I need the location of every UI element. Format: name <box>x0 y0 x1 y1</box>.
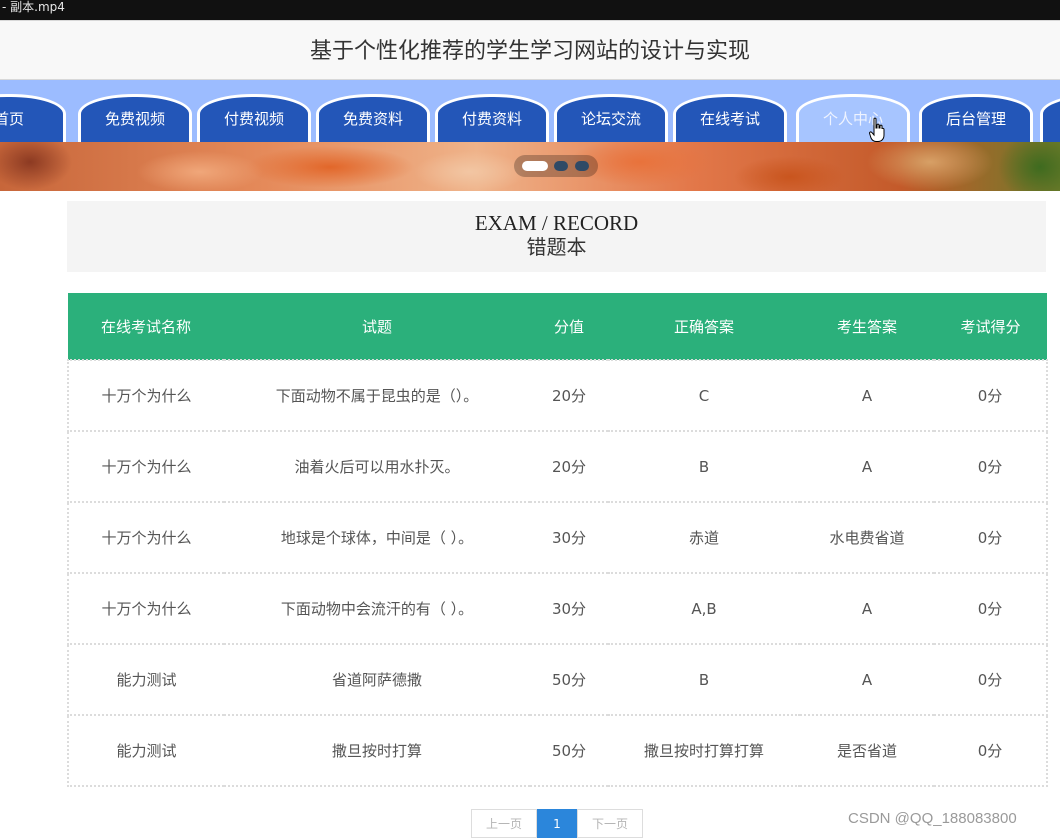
nav-item-label: 免费视频 <box>104 110 165 128</box>
banner-carousel <box>0 142 1060 191</box>
section-heading: EXAM / RECORD 错题本 <box>67 201 1046 272</box>
table-row[interactable]: 能力测试 撒旦按时打算 50分 撒旦按时打算打算 是否省道 0分 <box>68 715 1047 786</box>
nav-item-free-materials[interactable]: 免费资料 <box>316 94 430 142</box>
section-title-cn: 错题本 <box>526 237 587 259</box>
nav-item-paid-videos[interactable]: 付费视频 <box>197 94 311 142</box>
table-cell: 50分 <box>551 671 587 689</box>
table-cell: B <box>698 457 710 476</box>
site-title: 基于个性化推荐的学生学习网站的设计与实现 <box>309 39 750 64</box>
hand-cursor-icon <box>869 117 885 142</box>
nav-item-home[interactable]: 首页 <box>0 94 66 142</box>
watermark-text: CSDN @QQ_188083800 <box>848 810 1017 827</box>
table-cell: 0分 <box>977 458 1003 476</box>
page-number-button[interactable]: 1 <box>537 809 577 838</box>
table-row[interactable]: 能力测试 省道阿萨德撒 50分 B A 0分 <box>68 644 1047 715</box>
nav-item-label: 后台管理 <box>945 110 1006 128</box>
table-cell: A,B <box>691 599 717 618</box>
table-cell: 30分 <box>551 529 587 547</box>
table-cell: 油着火后可以用水扑灭。 <box>294 458 460 476</box>
table-cell: 20分 <box>551 387 587 405</box>
table-cell: 50分 <box>551 742 587 760</box>
pagination: 上一页 1 下一页 <box>471 809 643 838</box>
window-titlebar: - 副本.mp4 <box>0 0 1060 20</box>
table-cell: 撒旦按时打算 <box>331 742 422 760</box>
next-page-button[interactable]: 下一页 <box>577 809 643 838</box>
column-header: 试题 <box>361 317 392 336</box>
nav-item-paid-materials[interactable]: 付费资料 <box>435 94 549 142</box>
nav-item-forum[interactable]: 论坛交流 <box>554 94 668 142</box>
table-cell: 0分 <box>977 742 1003 760</box>
table-cell: 能力测试 <box>116 742 177 760</box>
site-header: 基于个性化推荐的学生学习网站的设计与实现 <box>0 20 1060 80</box>
table-cell: C <box>698 386 710 405</box>
nav-item-admin[interactable]: 后台管理 <box>919 94 1033 142</box>
nav-item-label: 付费视频 <box>223 110 284 128</box>
table-cell: B <box>698 670 710 689</box>
table-cell: 20分 <box>551 458 587 476</box>
carousel-indicators <box>514 155 598 177</box>
nav-item-personal-center[interactable]: 个人中心 <box>796 94 910 142</box>
column-header: 在线考试名称 <box>100 317 191 336</box>
table-cell: 0分 <box>977 600 1003 618</box>
table-cell: 是否省道 <box>836 742 897 760</box>
table-cell: 赤道 <box>688 529 719 547</box>
window-title: - 副本.mp4 <box>2 0 65 14</box>
main-nav: 首页 免费视频 付费视频 免费资料 付费资料 论坛交流 在线考试 个人中心 后台… <box>0 80 1060 142</box>
table-cell: 30分 <box>551 600 587 618</box>
table-cell: 0分 <box>977 529 1003 547</box>
table-cell: 0分 <box>977 671 1003 689</box>
nav-item-free-videos[interactable]: 免费视频 <box>78 94 192 142</box>
carousel-dot[interactable] <box>554 161 568 171</box>
column-header: 分值 <box>553 317 584 336</box>
table-row[interactable]: 十万个为什么 油着火后可以用水扑灭。 20分 B A 0分 <box>68 431 1047 502</box>
nav-item-label: 付费资料 <box>461 110 522 128</box>
carousel-dot-active[interactable] <box>522 161 548 171</box>
nav-item-online-exam[interactable]: 在线考试 <box>673 94 787 142</box>
table-cell: 能力测试 <box>116 671 177 689</box>
table-cell: A <box>861 457 873 476</box>
table-cell: 十万个为什么 <box>101 387 192 405</box>
table-cell: 下面动物不属于昆虫的是（）。 <box>275 387 479 405</box>
nav-item-overflow[interactable] <box>1040 94 1060 142</box>
table-cell: A <box>861 670 873 689</box>
section-title-en: EXAM / RECORD <box>474 211 639 235</box>
column-header: 正确答案 <box>673 317 734 336</box>
table-cell: A <box>861 599 873 618</box>
carousel-dot[interactable] <box>575 161 589 171</box>
nav-item-label: 论坛交流 <box>580 110 641 128</box>
table-cell: 十万个为什么 <box>101 529 192 547</box>
table-cell: 下面动物中会流汗的有（ ）。 <box>280 600 474 618</box>
table-cell: 0分 <box>977 387 1003 405</box>
nav-item-label: 首页 <box>0 110 24 128</box>
prev-page-button[interactable]: 上一页 <box>471 809 537 838</box>
nav-item-label: 在线考试 <box>699 110 760 128</box>
column-header: 考试得分 <box>960 317 1021 336</box>
nav-item-label: 免费资料 <box>342 110 403 128</box>
table-header-row: 在线考试名称 试题 分值 正确答案 考生答案 考试得分 <box>68 293 1047 360</box>
table-cell: 十万个为什么 <box>101 458 192 476</box>
table-cell: 撒旦按时打算打算 <box>643 742 764 760</box>
table-row[interactable]: 十万个为什么 下面动物不属于昆虫的是（）。 20分 C A 0分 <box>68 360 1047 431</box>
table-cell: 地球是个球体，中间是（ ）。 <box>280 529 474 547</box>
table-row[interactable]: 十万个为什么 下面动物中会流汗的有（ ）。 30分 A,B A 0分 <box>68 573 1047 644</box>
table-cell: 十万个为什么 <box>101 600 192 618</box>
table-cell: 水电费省道 <box>829 529 905 547</box>
table-row[interactable]: 十万个为什么 地球是个球体，中间是（ ）。 30分 赤道 水电费省道 0分 <box>68 502 1047 573</box>
table-cell: 省道阿萨德撒 <box>331 671 422 689</box>
table-cell: A <box>861 386 873 405</box>
column-header: 考生答案 <box>836 317 897 336</box>
wrong-questions-table: 在线考试名称 试题 分值 正确答案 考生答案 考试得分 十万个为什么 下面动物不… <box>67 293 1048 787</box>
